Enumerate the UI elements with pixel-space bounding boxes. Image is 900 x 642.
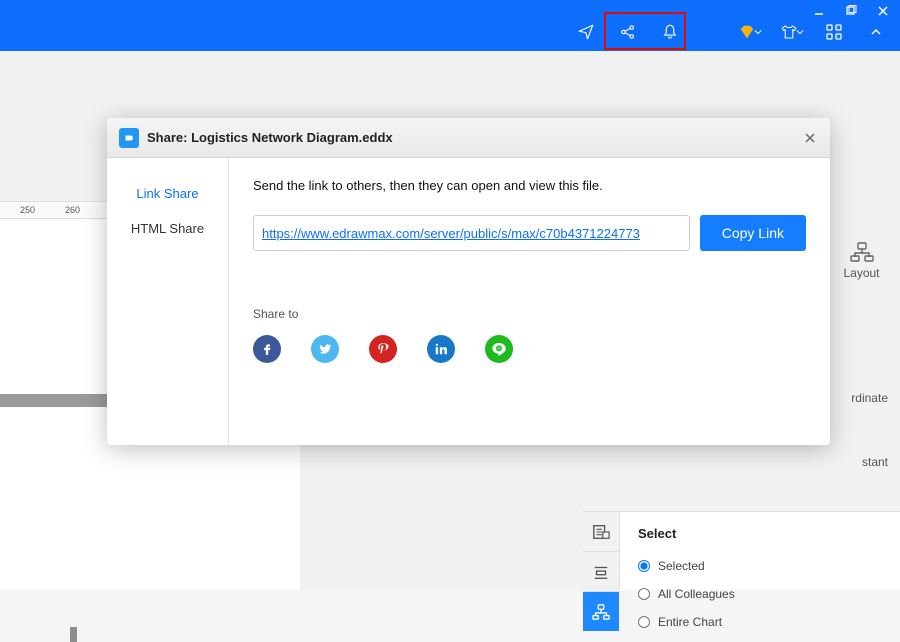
share-icon[interactable] <box>612 17 644 47</box>
ruler-mark: 260 <box>65 205 80 215</box>
canvas-shape[interactable] <box>0 394 110 407</box>
link-row: Copy Link <box>253 215 806 251</box>
maximize-button[interactable] <box>844 4 858 18</box>
share-description: Send the link to others, then they can o… <box>253 178 806 193</box>
modal-sidebar: Link Share HTML Share <box>107 158 229 445</box>
copy-link-button[interactable]: Copy Link <box>700 215 806 251</box>
social-row <box>253 335 806 363</box>
tab-link-share[interactable]: Link Share <box>107 176 228 211</box>
side-toolbar <box>583 511 619 631</box>
tab-html-share[interactable]: HTML Share <box>107 211 228 246</box>
share-link-input[interactable] <box>253 215 690 251</box>
layout-label: Layout <box>843 266 879 280</box>
pinterest-icon[interactable] <box>369 335 397 363</box>
radio-all-colleagues[interactable]: All Colleagues <box>638 587 882 601</box>
close-icon[interactable] <box>800 128 820 148</box>
bell-icon[interactable] <box>654 17 686 47</box>
line-icon[interactable] <box>485 335 513 363</box>
modal-header: Share: Logistics Network Diagram.eddx <box>107 118 830 158</box>
radio-label: Selected <box>658 559 705 573</box>
radio-input[interactable] <box>638 616 650 628</box>
modal-title: Share: Logistics Network Diagram.eddx <box>147 130 393 145</box>
linkedin-icon[interactable] <box>427 335 455 363</box>
select-panel: Select Selected All Colleagues Entire Ch… <box>619 511 900 590</box>
right-panel-layout: Layout <box>823 231 900 291</box>
apps-icon[interactable] <box>818 17 850 47</box>
modal-body: Link Share HTML Share Send the link to o… <box>107 158 830 445</box>
canvas-shape[interactable] <box>70 627 77 642</box>
select-panel-title: Select <box>638 526 882 541</box>
shirt-icon[interactable] <box>776 17 808 47</box>
partial-label-ordinate: rdinate <box>851 391 888 405</box>
side-btn-orgchart[interactable] <box>583 591 619 631</box>
twitter-icon[interactable] <box>311 335 339 363</box>
ruler-mark: 250 <box>20 205 35 215</box>
radio-label: All Colleagues <box>658 587 735 601</box>
titlebar <box>0 0 900 51</box>
radio-entire-chart[interactable]: Entire Chart <box>638 615 882 629</box>
layout-icon[interactable] <box>850 242 874 262</box>
side-btn-align[interactable] <box>583 551 619 591</box>
radio-selected[interactable]: Selected <box>638 559 882 573</box>
minimize-button[interactable] <box>812 4 826 18</box>
radio-label: Entire Chart <box>658 615 722 629</box>
facebook-icon[interactable] <box>253 335 281 363</box>
titlebar-actions <box>570 17 892 47</box>
diamond-icon[interactable] <box>734 17 766 47</box>
share-modal: Share: Logistics Network Diagram.eddx Li… <box>107 118 830 445</box>
app-logo-icon <box>119 128 139 148</box>
share-to-label: Share to <box>253 307 806 321</box>
radio-input[interactable] <box>638 560 650 572</box>
modal-main: Send the link to others, then they can o… <box>229 158 830 445</box>
partial-label-stant: stant <box>862 455 888 469</box>
window-controls <box>812 4 890 18</box>
side-btn-data[interactable] <box>583 511 619 551</box>
close-button[interactable] <box>876 4 890 18</box>
chevron-up-icon[interactable] <box>860 17 892 47</box>
send-icon[interactable] <box>570 17 602 47</box>
